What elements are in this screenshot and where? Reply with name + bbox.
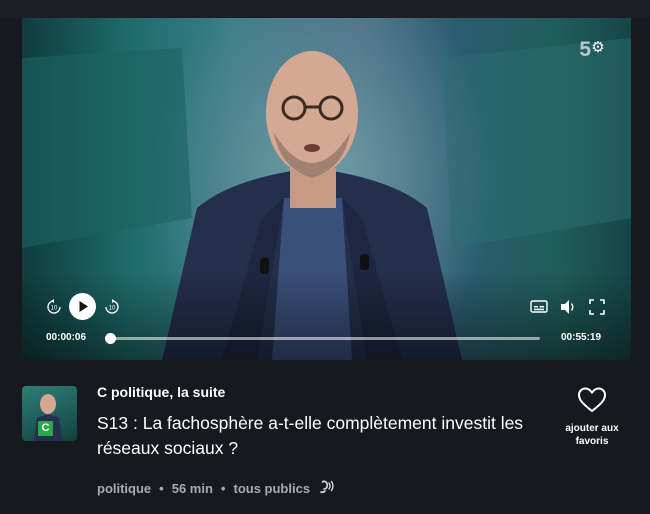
play-icon	[79, 301, 88, 312]
audio-description-icon	[319, 479, 335, 498]
category-link[interactable]: politique	[97, 481, 151, 496]
audience-rating: tous publics	[233, 481, 311, 496]
fullscreen-icon[interactable]	[588, 299, 606, 315]
subtitles-icon[interactable]	[530, 299, 548, 315]
heart-icon	[577, 387, 607, 413]
current-time: 00:00:06	[46, 332, 87, 343]
progress-bar[interactable]	[104, 333, 540, 344]
separator-dot: •	[159, 481, 164, 496]
duration: 56 min	[171, 481, 213, 496]
forward-10-icon[interactable]: 10	[103, 298, 121, 316]
separator-dot: •	[220, 481, 226, 496]
total-time: 00:55:19	[561, 332, 602, 343]
add-to-favorites-button[interactable]: ajouter aux favoris	[560, 386, 624, 448]
rewind-10-label: 10	[51, 306, 58, 312]
play-button[interactable]	[69, 293, 96, 320]
favorites-label: ajouter aux favoris	[565, 423, 619, 447]
program-thumbnail[interactable]: C	[22, 386, 77, 441]
show-title[interactable]: C politique, la suite	[97, 384, 225, 400]
progress-thumb[interactable]	[104, 333, 116, 344]
settings-icon[interactable]: ⚙	[590, 40, 606, 56]
forward-10-label: 10	[109, 306, 116, 312]
program-meta: politique • 56 min • tous publics	[97, 479, 335, 498]
show-logo-badge: C	[38, 421, 53, 436]
volume-icon[interactable]	[559, 299, 577, 315]
top-bar	[0, 0, 650, 18]
video-player[interactable]: 5 ⚙ 10 10 00:00:06 00:55:19	[22, 18, 631, 360]
episode-title: S13 : La fachosphère a-t-elle complèteme…	[97, 413, 524, 458]
rewind-10-icon[interactable]: 10	[45, 298, 63, 316]
